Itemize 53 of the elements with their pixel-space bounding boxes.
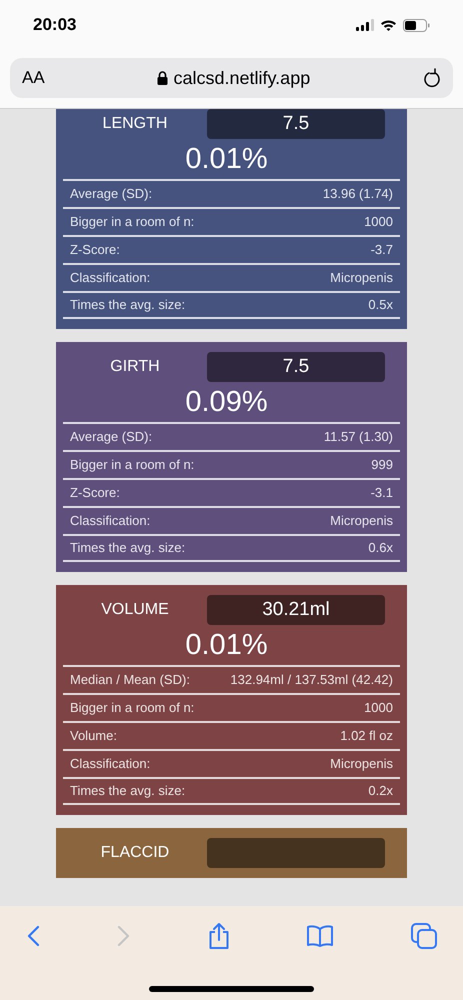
measurement-field[interactable]: 30.21ml [207, 595, 385, 625]
stat-value: 0.2x [368, 782, 393, 800]
stat-value: -3.7 [370, 241, 393, 260]
stat-value: 1000 [364, 699, 393, 718]
card-label: VOLUME [100, 600, 170, 620]
stat-value: Micropenis [330, 755, 393, 774]
stat-label: Bigger in a room of n: [70, 699, 194, 718]
stat-value: Micropenis [330, 269, 393, 288]
lock-icon [157, 71, 168, 85]
measurement-field[interactable] [207, 838, 385, 868]
url-text: calcsd.netlify.app [173, 66, 310, 90]
stat-value: 13.96 (1.74) [322, 185, 393, 204]
wifi-icon [380, 19, 397, 31]
back-icon[interactable] [26, 925, 40, 947]
stat-value: -3.1 [370, 484, 393, 502]
stat-label: Volume: [70, 727, 117, 746]
stat-label: Average (SD): [70, 185, 152, 204]
card-label: FLACCID [100, 843, 170, 863]
stat-label: Average (SD): [70, 428, 152, 446]
stat-value: Micropenis [330, 512, 393, 530]
signal-icon [356, 19, 374, 31]
share-icon[interactable] [208, 922, 230, 950]
stat-label: Classification: [70, 512, 150, 530]
book-icon[interactable] [306, 925, 334, 947]
stat-value: 132.94ml / 137.53ml (42.42) [230, 671, 393, 690]
stat-value: 11.57 (1.30) [324, 428, 393, 446]
card-label: GIRTH [109, 357, 161, 377]
tabs-icon[interactable] [411, 923, 437, 949]
stat-value: 1000 [364, 213, 393, 232]
stat-label: Times the avg. size: [70, 539, 186, 558]
stat-label: Median / Mean (SD): [70, 671, 190, 690]
stat-label: Bigger in a room of n: [70, 456, 194, 474]
stat-value: 0.5x [368, 296, 393, 314]
stat-label: Z-Score: [70, 241, 120, 260]
stat-label: Z-Score: [70, 484, 120, 502]
stat-value: 999 [371, 456, 393, 474]
measurement-field[interactable]: 7.5 [207, 352, 385, 382]
percentile-text: 0.09% [185, 385, 269, 420]
status-time: 20:03 [33, 14, 76, 36]
stat-label: Classification: [70, 269, 150, 288]
stat-label: Times the avg. size: [70, 782, 186, 800]
address-bar[interactable]: AA calcsd.netlify.app [10, 58, 453, 98]
percentile-text: 0.01% [185, 142, 269, 177]
stat-label: Bigger in a room of n: [70, 213, 194, 232]
card-label: LENGTH [102, 114, 168, 134]
battery-icon [403, 18, 430, 32]
stat-label: Classification: [70, 755, 150, 774]
stat-label: Times the avg. size: [70, 296, 186, 314]
measurement-field[interactable]: 7.5 [207, 109, 385, 139]
text-size-button[interactable]: AA [22, 65, 45, 91]
stat-value: 0.6x [368, 539, 393, 558]
stat-value: 1.02 fl oz [340, 727, 393, 746]
percentile-text: 0.01% [185, 628, 269, 663]
